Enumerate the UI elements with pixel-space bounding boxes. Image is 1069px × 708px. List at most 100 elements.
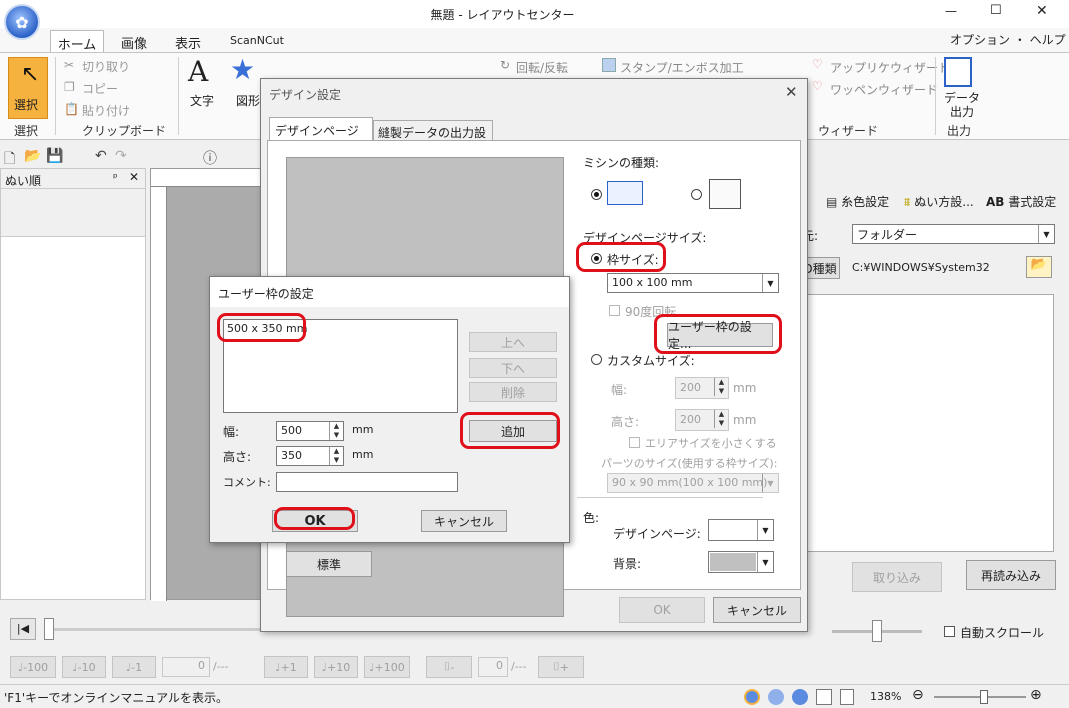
spin-arrows-icon: ▲ ▼ [714, 378, 728, 396]
pin-icon[interactable]: ᵖ [113, 171, 118, 184]
save-icon[interactable]: 💾 [46, 148, 63, 164]
import-button[interactable]: 取り込み [852, 562, 942, 592]
user-frame-ok-button[interactable]: OK [272, 510, 358, 532]
dialog-close-icon[interactable]: ✕ [785, 83, 798, 101]
zoom-out-icon[interactable]: ⊖ [912, 687, 924, 703]
data-output-button[interactable]: データ出力 [942, 91, 982, 119]
wappen-wizard-button[interactable]: ワッペンウィザード [830, 81, 938, 98]
app-logo-icon[interactable]: ✿ [4, 4, 40, 40]
data-output-icon[interactable] [944, 57, 972, 87]
move-up-button[interactable]: 上へ [469, 332, 557, 352]
paste-button[interactable]: 貼り付け [82, 102, 130, 119]
stamp-emboss-button[interactable]: スタンプ/エンボス加工 [620, 59, 744, 76]
frame-size-radio[interactable] [591, 253, 602, 264]
source-select[interactable]: フォルダー ▼ [852, 224, 1055, 244]
step-plus-1[interactable]: ♩ +1 [264, 656, 308, 678]
format-setting-tab[interactable]: AB 書式設定 [986, 193, 1056, 210]
file-list[interactable] [800, 294, 1054, 552]
add-button[interactable]: 追加 [469, 420, 557, 442]
close-window-button[interactable]: ✕ [1036, 3, 1048, 19]
machine-multi-radio[interactable] [691, 189, 702, 200]
custom-width-input[interactable]: 200 ▲ ▼ [675, 377, 729, 399]
step-minus-1[interactable]: ♩ -1 [112, 656, 156, 678]
grid-icon[interactable] [816, 689, 832, 705]
frame-list[interactable]: 500 x 350 mm [223, 319, 458, 413]
parts-size-value: 90 x 90 mm(100 x 100 mm) [612, 476, 768, 489]
background-color-select[interactable]: ▼ [708, 551, 774, 573]
undo-icon[interactable]: ↶ [95, 148, 107, 164]
parts-size-select[interactable]: 90 x 90 mm(100 x 100 mm) ▼ [607, 473, 779, 493]
thread-color-tab[interactable]: ▤ 糸色設定 [826, 193, 889, 210]
select-tool-button[interactable]: ↖ 選択 [8, 57, 48, 119]
stitch-view-icon[interactable] [792, 689, 808, 705]
shape-star-icon[interactable]: ★ [230, 53, 255, 86]
copy-icon: ❐ [64, 80, 75, 94]
frame-height-input[interactable]: 350 ▲ ▼ [276, 446, 344, 466]
open-file-icon[interactable]: 📂 [24, 148, 41, 164]
step-label: -10 [77, 660, 96, 674]
panel-close-icon[interactable]: ✕ [129, 170, 139, 184]
zoom-slider-handle[interactable] [980, 690, 988, 704]
design-page-color-select[interactable]: ▼ [708, 519, 774, 541]
tab-view[interactable]: 表示 [175, 33, 201, 52]
speed-slider-handle[interactable] [872, 620, 882, 642]
tab-home[interactable]: ホーム [50, 30, 104, 53]
browse-folder-icon[interactable]: 📂 [1026, 256, 1052, 278]
rotate-90-checkbox[interactable] [609, 305, 620, 316]
reduce-area-checkbox[interactable] [629, 437, 640, 448]
custom-height-input[interactable]: 200 ▲ ▼ [675, 409, 729, 431]
frame-width-input[interactable]: 500 ▲ ▼ [276, 421, 344, 441]
stitch-counter[interactable]: 0 [162, 657, 210, 677]
delete-button[interactable]: 削除 [469, 382, 557, 402]
progress-handle[interactable] [44, 618, 54, 640]
step-minus-10[interactable]: ♩ -10 [62, 656, 106, 678]
frame-size-select[interactable]: 100 x 100 mm ▼ [607, 273, 779, 293]
help-icon[interactable]: ⓘ [203, 148, 217, 168]
minimize-button[interactable]: — [945, 4, 957, 18]
copy-button[interactable]: コピー [82, 80, 118, 97]
realistic-view-icon[interactable] [768, 689, 784, 705]
rewind-icon[interactable]: |◀ [10, 618, 36, 640]
design-ok-button[interactable]: OK [619, 597, 705, 623]
frame-size-value: 100 x 100 mm [612, 276, 693, 289]
zoom-in-icon[interactable]: ⊕ [1030, 687, 1042, 703]
color-step-plus[interactable]: ⌷ + [538, 656, 584, 678]
redo-icon[interactable]: ↷ [115, 148, 127, 164]
chevron-down-icon: ▼ [757, 552, 773, 572]
tab-scanncut[interactable]: ScanNCut [230, 34, 284, 47]
reload-button[interactable]: 再読み込み [966, 560, 1056, 590]
text-tool-icon[interactable]: A [188, 55, 208, 88]
clipboard-group-label: クリップボード [82, 124, 167, 138]
view-mode-icon[interactable] [744, 689, 760, 705]
rotate-flip-button[interactable]: 回転/反転 [516, 59, 568, 76]
move-down-button[interactable]: 下へ [469, 358, 557, 378]
step-minus-100[interactable]: ♩ -100 [10, 656, 56, 678]
stitch-setting-tab[interactable]: ⩩ ぬい方設... [904, 193, 974, 210]
maximize-button[interactable]: ☐ [990, 3, 1002, 18]
tab-sewing-output[interactable]: 縫製データの出力設定 [373, 120, 493, 157]
color-step-minus[interactable]: ⌷ - [426, 656, 472, 678]
cut-button[interactable]: 切り取り [82, 58, 130, 75]
source-select-value: フォルダー [857, 228, 918, 242]
applique-wizard-button[interactable]: アップリケウィザード [830, 59, 950, 76]
comment-input[interactable] [276, 472, 458, 492]
color-counter[interactable]: 0 [478, 657, 508, 677]
quick-access-toolbar: 🗋 📂 💾 ↶ ↷ ⓘ [0, 146, 260, 168]
page-size-label: デザインページサイズ: [583, 231, 707, 245]
select-group-label: 選択 [14, 124, 39, 138]
page-icon[interactable] [840, 689, 854, 705]
user-frame-button[interactable]: ユーザー枠の設定... [667, 320, 773, 351]
tab-image[interactable]: 画像 [121, 33, 147, 52]
frame-width-value: 500 [281, 424, 302, 437]
custom-size-radio[interactable] [591, 354, 602, 365]
machine-embroidery-radio[interactable] [591, 189, 602, 200]
step-plus-10[interactable]: ♩ +10 [314, 656, 358, 678]
frame-list-item[interactable]: 500 x 350 mm [227, 322, 307, 335]
standard-button[interactable]: 標準 [286, 551, 372, 577]
design-cancel-button[interactable]: キャンセル [713, 597, 801, 623]
auto-scroll-checkbox[interactable] [944, 626, 955, 637]
user-frame-cancel-button[interactable]: キャンセル [421, 510, 507, 532]
step-plus-100[interactable]: ♩ +100 [364, 656, 410, 678]
tab-design-page[interactable]: デザインページ設定 [269, 117, 373, 155]
step-label: +100 [374, 660, 405, 674]
